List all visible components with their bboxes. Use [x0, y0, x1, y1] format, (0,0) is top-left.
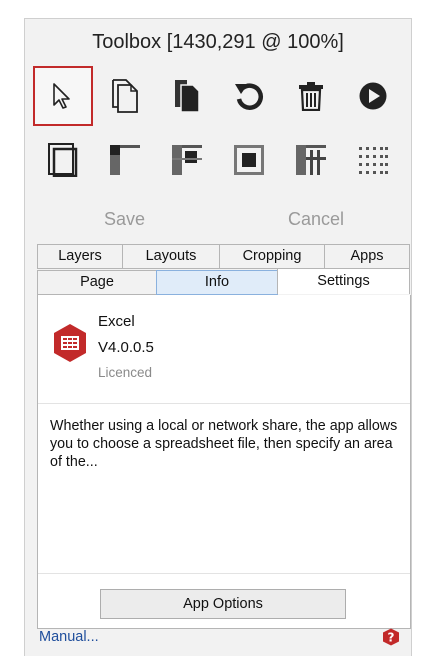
- pointer-icon: [53, 83, 70, 109]
- layout-dots-icon: [359, 147, 388, 174]
- pointer-tool-button[interactable]: [33, 66, 93, 126]
- help-icon[interactable]: ?: [382, 628, 400, 646]
- settings-content: Excel V4.0.0.5 Licenced Whether using a …: [37, 295, 411, 629]
- save-button[interactable]: Save: [104, 209, 145, 230]
- layout-center-icon: [234, 145, 264, 175]
- divider: [38, 403, 410, 404]
- excel-app-icon: [54, 324, 86, 362]
- svg-text:?: ?: [388, 631, 395, 645]
- app-version: V4.0.0.5: [98, 339, 154, 356]
- play-icon: [359, 82, 387, 110]
- tab-layers[interactable]: Layers: [37, 244, 123, 269]
- layout-grid-button[interactable]: [281, 130, 341, 190]
- tab-cropping[interactable]: Cropping: [219, 244, 325, 269]
- app-options-button[interactable]: App Options: [100, 589, 346, 619]
- layout-center-button[interactable]: [219, 130, 279, 190]
- layout-top-left-button[interactable]: [95, 130, 155, 190]
- copy-page-icon: [175, 80, 200, 113]
- layout-split-icon: [172, 145, 202, 175]
- divider: [38, 573, 410, 574]
- tab-settings[interactable]: Settings: [277, 268, 410, 294]
- window-title: Toolbox [1430,291 @ 100%]: [92, 31, 344, 53]
- new-page-button[interactable]: [95, 66, 155, 126]
- tab-apps[interactable]: Apps: [324, 244, 410, 269]
- undo-button[interactable]: [219, 66, 279, 126]
- cancel-button[interactable]: Cancel: [288, 209, 344, 230]
- app-name: Excel: [98, 313, 135, 330]
- play-button[interactable]: [343, 66, 403, 126]
- layout-dots-button[interactable]: [343, 130, 403, 190]
- delete-icon: [299, 82, 323, 111]
- toolbox-panel: Toolbox [1430,291 @ 100%] Save Cancel La…: [24, 18, 412, 656]
- layout-grid-icon: [296, 145, 326, 175]
- delete-button[interactable]: [281, 66, 341, 126]
- app-license-status: Licenced: [98, 365, 153, 380]
- tab-page[interactable]: Page: [37, 270, 157, 295]
- page-frame-button[interactable]: [33, 130, 93, 190]
- tab-layouts[interactable]: Layouts: [122, 244, 220, 269]
- layout-split-button[interactable]: [157, 130, 217, 190]
- manual-link[interactable]: Manual...: [39, 629, 99, 645]
- undo-icon: [235, 83, 263, 110]
- new-page-icon: [112, 79, 138, 113]
- layout-top-left-icon: [110, 145, 140, 175]
- app-description: Whether using a local or network share, …: [50, 418, 398, 470]
- copy-page-button[interactable]: [157, 66, 217, 126]
- page-frame-icon: [48, 143, 78, 177]
- tab-info[interactable]: Info: [156, 270, 278, 295]
